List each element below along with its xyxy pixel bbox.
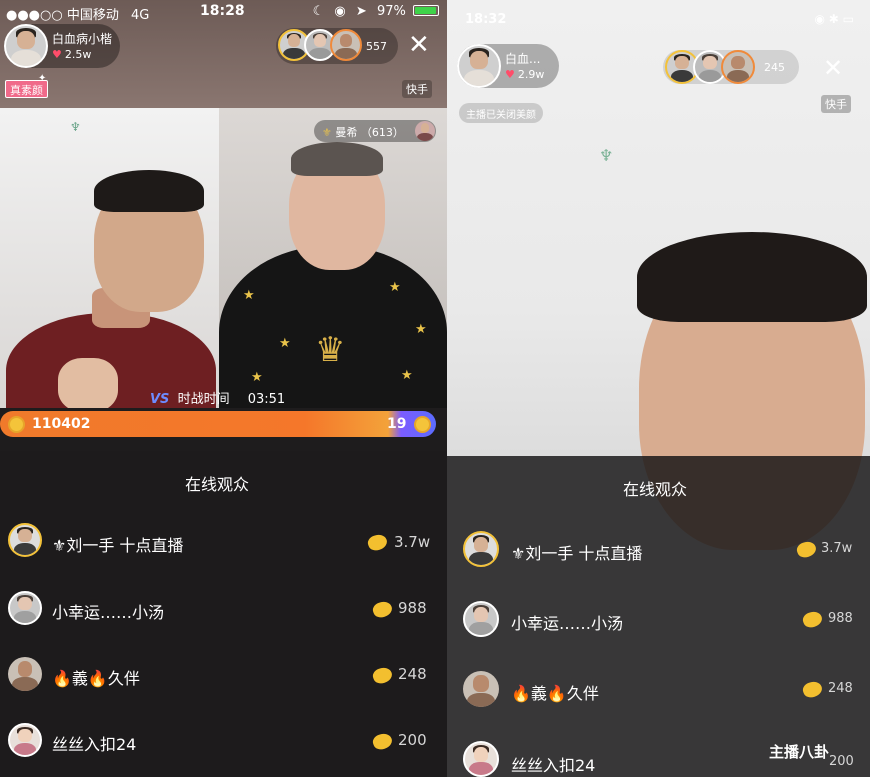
pk-banner: VS 时战时间 03:51 [150, 388, 285, 407]
user-contribution: 988 [828, 611, 853, 626]
sheet-title: 在线观众 [623, 480, 688, 499]
sparkle-icon: ✦ [38, 73, 47, 84]
battery-percent: 97% [376, 4, 406, 19]
list-item[interactable]: 🔥義🔥久伴 248 [447, 668, 870, 714]
list-item[interactable]: 小幸运……小汤 988 [0, 588, 447, 634]
right-live-screen: ♆ 18:32 ◉ ✱ ▭ 白血... ♥ 2.9w 245 ✕ 快手 主播已关闭… [447, 0, 870, 777]
user-contribution: 248 [828, 681, 853, 696]
user-name: 小幸运……小汤 [52, 603, 165, 622]
star-print: ★ [389, 280, 401, 295]
user-contribution: 3.7w [821, 541, 853, 556]
heart-icon: ♥ [505, 68, 515, 81]
wall-decoration: ♆ [599, 146, 614, 165]
moon-icon: ☾ [312, 4, 325, 19]
user-avatar[interactable] [8, 523, 42, 557]
status-bar: ●●●○○ 中国移动 4G 18:28 ☾ ◉ ➤ 97% [0, 2, 447, 23]
coin-icon [8, 416, 25, 433]
pk-label: 时战时间 [177, 392, 230, 407]
host-likes-count: 2.9w [517, 68, 545, 81]
fleur-icon: ⚜ [322, 126, 332, 139]
user-avatar[interactable] [8, 591, 42, 625]
user-avatar[interactable] [8, 723, 42, 757]
host-avatar[interactable] [457, 44, 501, 88]
coin-icon [371, 731, 394, 752]
location-icon: ➤ [355, 4, 367, 19]
lock-rotation-icon: ◉ [334, 4, 346, 19]
pk-left-score: 110402 [32, 416, 91, 432]
clock-label: 18:32 [465, 12, 507, 27]
user-name: 丝丝入扣24 [52, 735, 137, 754]
network-label: 4G [131, 8, 150, 23]
user-name: 🔥義🔥久伴 [511, 684, 599, 703]
user-name: 🔥義🔥久伴 [52, 669, 140, 688]
user-name: 丝丝入扣24 [511, 756, 596, 775]
coin-icon [414, 416, 431, 433]
beauty-off-notice: 主播已关闭美颜 [459, 103, 543, 123]
coin-icon [801, 609, 824, 630]
star-print: ★ [243, 288, 255, 303]
host-video-feed: ♆ [0, 108, 219, 408]
coin-icon [371, 665, 394, 686]
user-avatar[interactable] [8, 657, 42, 691]
viewer-count[interactable]: 557 [366, 40, 387, 53]
vs-icon: VS [150, 392, 170, 407]
carrier-label: ●●●○○ 中国移动 [6, 8, 119, 23]
user-name: ⚜刘一手 十点直播 [52, 536, 184, 555]
guest-avatar[interactable] [415, 121, 435, 141]
close-icon[interactable]: ✕ [823, 56, 843, 80]
comparison-screenshot: ●●●○○ 中国移动 4G 18:28 ☾ ◉ ➤ 97% 白血病小楷 ♥ 2.5… [0, 0, 870, 777]
user-avatar[interactable] [463, 741, 499, 777]
pk-right-score: 19 [387, 416, 407, 432]
user-avatar[interactable] [463, 601, 499, 637]
guest-score: （613） [360, 126, 404, 139]
coin-icon [366, 532, 389, 553]
star-print: ★ [415, 322, 427, 337]
platform-tag: 快手 [402, 80, 432, 98]
left-live-screen: ●●●○○ 中国移动 4G 18:28 ☾ ◉ ➤ 97% 白血病小楷 ♥ 2.5… [0, 0, 447, 777]
close-icon[interactable]: ✕ [408, 32, 430, 58]
user-contribution: 248 [398, 665, 427, 683]
user-contribution: 200 [829, 754, 854, 769]
wall-decoration: ♆ [70, 120, 81, 134]
guest-video-feed: ★ ★ ★ ★ ★ ★ ♛ [219, 108, 447, 408]
sheet-title: 在线观众 [185, 475, 250, 494]
viewer-count[interactable]: 245 [764, 61, 785, 74]
coin-icon [801, 679, 824, 700]
star-print: ★ [251, 370, 263, 385]
host-avatar[interactable] [4, 24, 48, 68]
list-item[interactable]: 🔥義🔥久伴 248 [0, 654, 447, 700]
list-item[interactable]: 丝丝入扣24 200 [0, 720, 447, 766]
watermark-logo: 主播八卦 [769, 743, 830, 761]
user-contribution: 3.7w [394, 533, 431, 551]
star-print: ★ [279, 336, 291, 351]
list-item[interactable]: ⚜刘一手 十点直播 3.7w [447, 528, 870, 574]
host-info-pill[interactable]: 白血病小楷 ♥ 2.5w [4, 24, 120, 68]
battery-icon [413, 5, 439, 16]
user-avatar[interactable] [463, 671, 499, 707]
user-name: ⚜刘一手 十点直播 [511, 544, 643, 563]
pk-timer: 03:51 [247, 392, 286, 407]
platform-tag: 快手 [821, 95, 851, 113]
star-print: ★ [401, 368, 413, 383]
list-item[interactable]: 小幸运……小汤 988 [447, 598, 870, 644]
coin-icon [795, 539, 818, 560]
top-viewer-avatar-3[interactable] [721, 50, 755, 84]
user-contribution: 988 [398, 599, 427, 617]
user-avatar[interactable] [463, 531, 499, 567]
host-info-pill[interactable]: 白血... ♥ 2.9w [457, 44, 559, 88]
host-name: 白血病小楷 [52, 32, 113, 46]
crown-print: ♛ [315, 330, 346, 370]
host-name: 白血... [505, 52, 541, 66]
status-icons: ◉ ✱ ▭ [814, 12, 855, 26]
user-contribution: 200 [398, 731, 427, 749]
clock-label: 18:28 [200, 3, 245, 19]
coin-icon [371, 599, 394, 620]
list-item[interactable]: ⚜刘一手 十点直播 3.7w [0, 520, 447, 566]
heart-icon: ♥ [52, 48, 62, 61]
user-name: 小幸运……小汤 [511, 614, 624, 633]
top-viewer-avatar-3[interactable] [330, 29, 362, 61]
guest-name: 曼希 [335, 126, 358, 139]
host-likes-count: 2.5w [64, 48, 92, 61]
